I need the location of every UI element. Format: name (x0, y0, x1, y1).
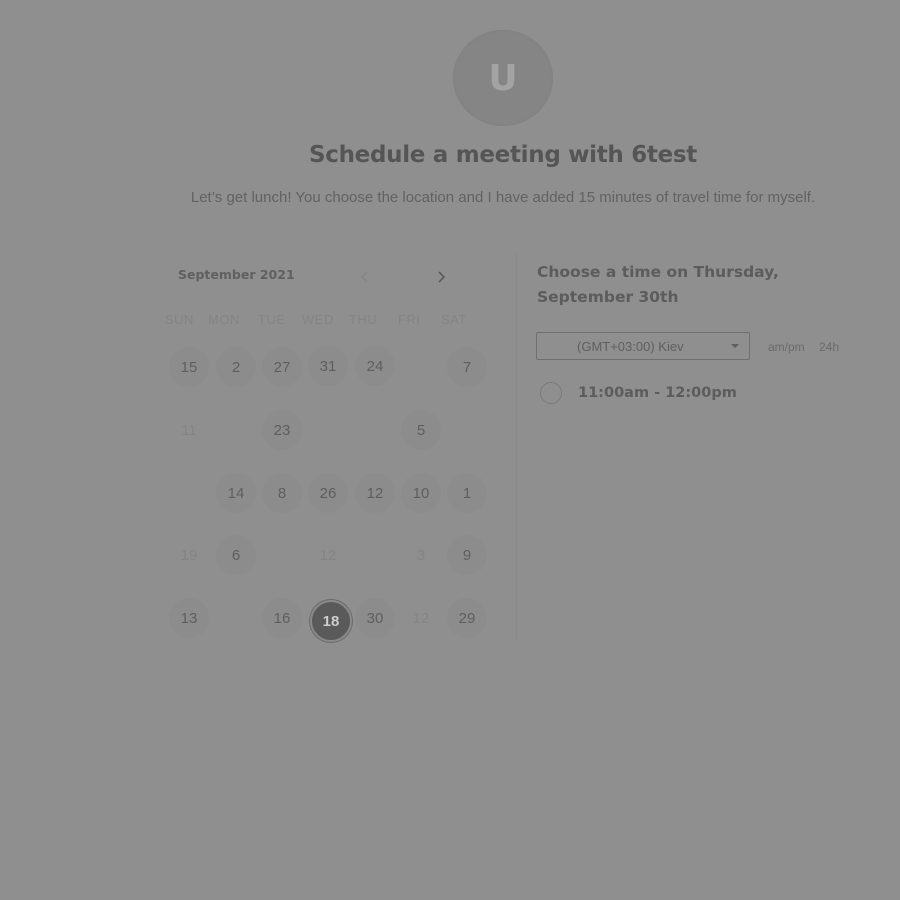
weekday-label: MON (208, 312, 240, 327)
calendar-day[interactable]: 15 (169, 347, 209, 387)
calendar-day (262, 535, 302, 575)
calendar-day[interactable]: 5 (401, 410, 441, 450)
calendar-day[interactable]: 12 (355, 473, 395, 513)
chevron-left-icon (360, 271, 368, 283)
panel-divider (516, 252, 517, 640)
calendar-day (308, 410, 348, 450)
ampm-format-toggle[interactable]: am/pm (768, 340, 805, 354)
calendar-day[interactable]: 30 (355, 598, 395, 638)
calendar-day-selected[interactable]: 18 (310, 600, 352, 642)
time-slot-option[interactable]: 11:00am - 12:00pm (540, 380, 737, 406)
calendar-day[interactable]: 13 (169, 598, 209, 638)
calendar-day (216, 598, 256, 638)
weekday-label: THU (349, 312, 378, 327)
radio-button[interactable] (540, 382, 562, 404)
calendar-day[interactable]: 24 (355, 346, 395, 386)
calendar-day (401, 347, 441, 387)
calendar-day[interactable]: 14 (216, 473, 256, 513)
timezone-value: (GMT+03:00) Kiev (577, 339, 684, 354)
page-title: Schedule a meeting with 6test (308, 142, 697, 168)
calendar-day (355, 535, 395, 575)
caret-down-icon (731, 344, 739, 348)
calendar-day[interactable]: 16 (262, 598, 302, 638)
24h-format-toggle[interactable]: 24h (819, 340, 839, 354)
calendar-day: 12 (319, 546, 337, 564)
timezone-select[interactable]: (GMT+03:00) Kiev (536, 332, 750, 360)
calendar-day (169, 473, 209, 513)
time-panel-heading: Choose a time on Thursday, September 30t… (537, 260, 837, 310)
weekday-label: TUE (258, 312, 286, 327)
meeting-description: Let’s get lunch! You choose the location… (190, 189, 816, 206)
calendar-day[interactable]: 23 (262, 410, 302, 450)
time-heading-line: Choose a time on Thursday, (537, 263, 779, 281)
weekday-label: SUN (165, 312, 194, 327)
time-heading-line: September 30th (537, 288, 679, 306)
calendar-day[interactable]: 26 (308, 473, 348, 513)
calendar-day[interactable]: 31 (308, 346, 348, 386)
calendar-day[interactable]: 10 (401, 473, 441, 513)
avatar-letter: U (488, 57, 518, 99)
calendar-day: 3 (416, 546, 426, 564)
previous-month-button[interactable] (354, 266, 376, 288)
calendar-day (216, 410, 256, 450)
avatar: U (453, 30, 553, 126)
scheduling-page: U Schedule a meeting with 6test Let’s ge… (0, 0, 900, 900)
weekday-label: FRI (398, 312, 421, 327)
weekday-label: SAT (441, 312, 467, 327)
chevron-right-icon (438, 271, 446, 283)
calendar-day (447, 410, 487, 450)
calendar-day[interactable]: 6 (216, 535, 256, 575)
calendar-day[interactable]: 9 (447, 535, 487, 575)
calendar-day[interactable]: 8 (262, 473, 302, 513)
weekday-header: SUN MON TUE WED THU FRI SAT (165, 312, 485, 328)
calendar-day (355, 410, 395, 450)
weekday-label: WED (302, 312, 334, 327)
calendar-day[interactable]: 27 (262, 347, 302, 387)
calendar-day[interactable]: 2 (216, 347, 256, 387)
calendar-day[interactable]: 7 (447, 347, 487, 387)
calendar-day: 11 (181, 421, 197, 439)
calendar-day[interactable]: 29 (447, 598, 487, 638)
next-month-button[interactable] (430, 266, 452, 288)
calendar-day: 19 (180, 546, 198, 564)
calendar-day[interactable]: 1 (447, 473, 487, 513)
calendar-month-label: September 2021 (178, 267, 295, 282)
time-slot-label: 11:00am - 12:00pm (578, 385, 737, 401)
calendar-day: 12 (412, 609, 430, 627)
